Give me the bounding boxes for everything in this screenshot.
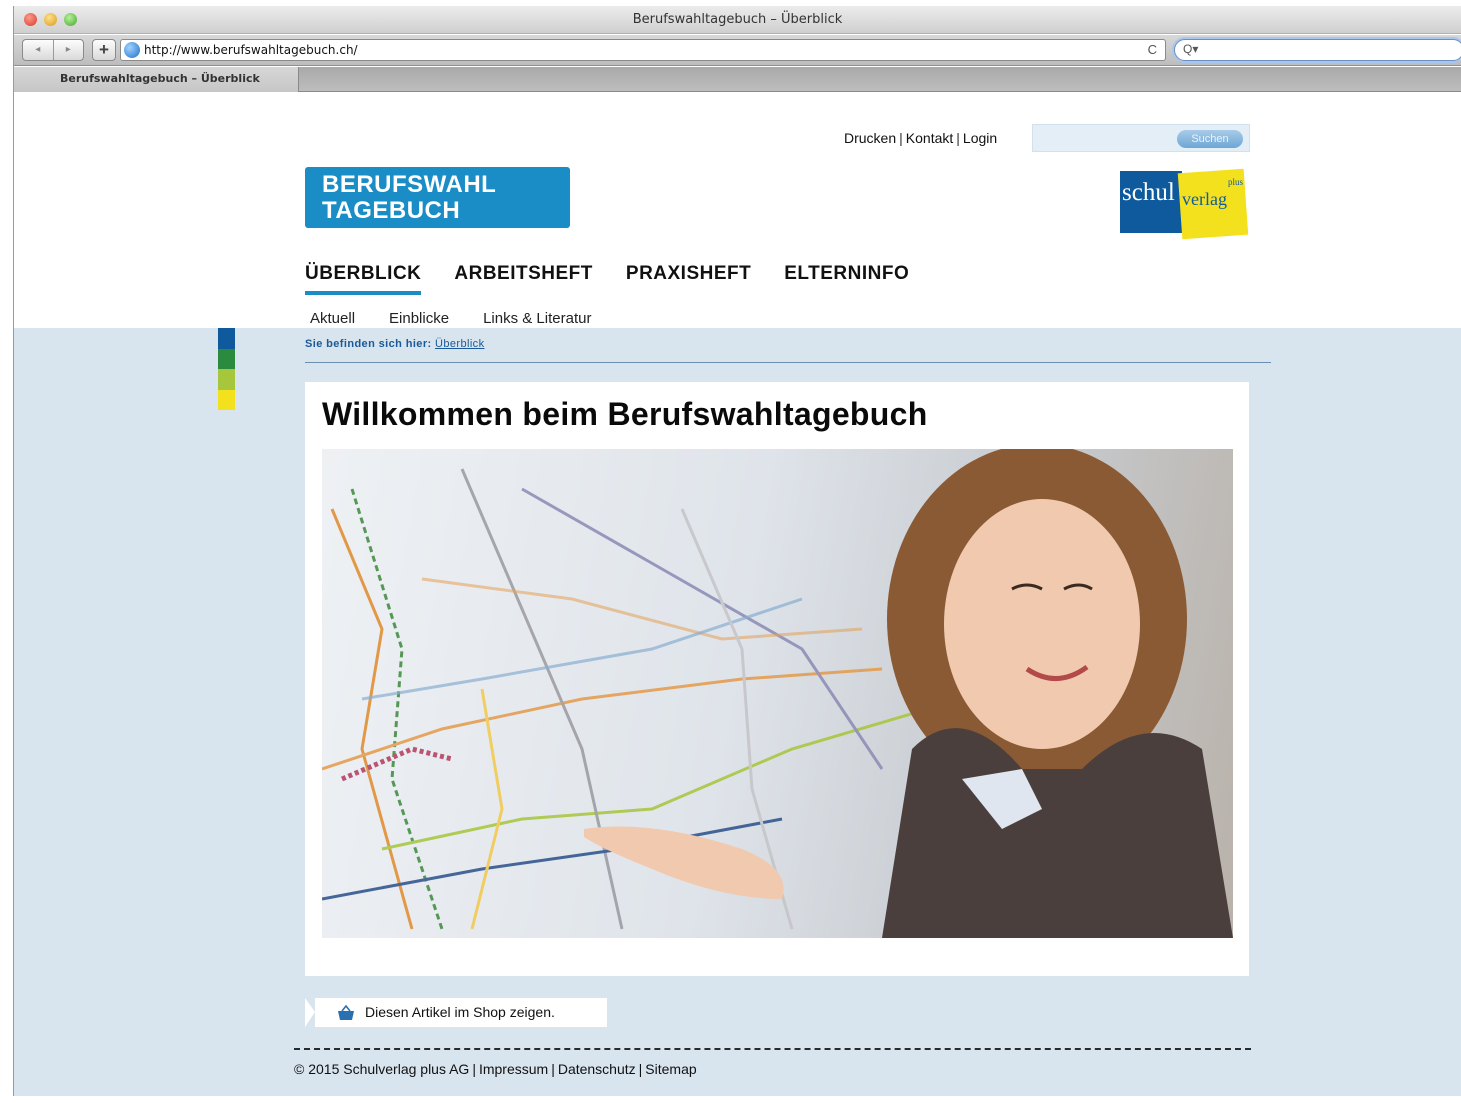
breadcrumb: Sie befinden sich hier: Überblick: [305, 338, 484, 350]
add-bookmark-button[interactable]: +: [92, 39, 116, 61]
footer-link-impressum[interactable]: Impressum: [479, 1061, 548, 1077]
separator: |: [899, 130, 903, 146]
tab-bar: Berufswahltagebuch – Überblick: [14, 67, 1461, 92]
side-color-bar: [218, 328, 235, 410]
logo-line-1: BERUFSWAHL: [322, 171, 497, 198]
tab-label: Berufswahltagebuch – Überblick: [60, 72, 260, 85]
title-bar: Berufswahltagebuch – Überblick: [14, 6, 1461, 34]
window-title: Berufswahltagebuch – Überblick: [632, 12, 843, 27]
separator: |: [956, 130, 960, 146]
site-search-input[interactable]: Suchen: [1032, 124, 1250, 152]
nav-item-praxisheft[interactable]: PRAXISHEFT: [626, 263, 751, 295]
color-bar-segment: [218, 389, 235, 410]
url-text[interactable]: http://www.berufswahltagebuch.ch/: [144, 43, 358, 57]
site-search-button[interactable]: Suchen: [1177, 130, 1243, 148]
footer-copyright: © 2015 Schulverlag plus AG: [294, 1061, 470, 1077]
color-bar-segment: [218, 348, 235, 369]
publisher-logo-text-3: plus: [1228, 177, 1244, 187]
subnav-item-einblicke[interactable]: Einblicke: [389, 310, 449, 327]
breadcrumb-divider: [305, 362, 1271, 363]
shop-link-label: Diesen Artikel im Shop zeigen.: [365, 1004, 555, 1020]
breadcrumb-prefix: Sie befinden sich hier:: [305, 338, 432, 350]
page-title: Willkommen beim Berufswahltagebuch: [322, 396, 928, 432]
reload-icon[interactable]: C: [1148, 42, 1157, 57]
shop-link[interactable]: Diesen Artikel im Shop zeigen.: [305, 998, 607, 1027]
separator: |: [638, 1061, 643, 1077]
nav-item-elterninfo[interactable]: ELTERNINFO: [784, 263, 909, 295]
separator: |: [551, 1061, 555, 1077]
print-link[interactable]: Drucken: [844, 130, 896, 146]
hero-image: [322, 449, 1233, 938]
color-bar-segment: [218, 328, 235, 349]
nav-item-arbeitsheft[interactable]: ARBEITSHEFT: [454, 263, 593, 295]
sub-navigation: Aktuell Einblicke Links & Literatur: [310, 310, 591, 327]
search-icon: Q▾: [1183, 42, 1199, 56]
page-viewport: Drucken | Kontakt | Login Suchen BERUFSWAHL …: [14, 93, 1461, 1096]
site-logo[interactable]: BERUFSWAHL TAGEBUCH: [305, 167, 570, 228]
subnav-item-aktuell[interactable]: Aktuell: [310, 310, 355, 327]
footer-link-datenschutz[interactable]: Datenschutz: [558, 1061, 636, 1077]
browser-window: Berufswahltagebuch – Überblick ◂ ▸ + htt…: [13, 6, 1461, 1096]
nav-item-ueberblick[interactable]: ÜBERBLICK: [305, 263, 422, 295]
publisher-logo-text-2: verlag: [1182, 189, 1227, 209]
browser-toolbar: ◂ ▸ + http://www.berufswahltagebuch.ch/ …: [14, 35, 1461, 66]
basket-icon: [338, 1005, 354, 1020]
content-card: Willkommen beim Berufswahltagebuch: [305, 382, 1249, 976]
publisher-logo[interactable]: schul verlag plus: [1120, 168, 1249, 240]
footer: © 2015 Schulverlag plus AG | Impressum | Dat…: [294, 1061, 697, 1077]
color-bar-segment: [218, 369, 235, 390]
back-forward-buttons: ◂ ▸: [22, 39, 84, 61]
tab-active[interactable]: Berufswahltagebuch – Überblick: [14, 67, 299, 92]
back-icon[interactable]: ◂: [23, 40, 54, 60]
separator: |: [472, 1061, 476, 1077]
shop-link-arrow: [305, 998, 315, 1027]
utility-links: Drucken | Kontakt | Login: [844, 130, 997, 146]
browser-search-field[interactable]: Q▾: [1174, 39, 1461, 61]
footer-link-sitemap[interactable]: Sitemap: [645, 1061, 696, 1077]
site-header: Drucken | Kontakt | Login Suchen BERUFSWAHL …: [14, 93, 1461, 328]
publisher-logo-text-1: schul: [1122, 179, 1175, 206]
subnav-item-links-literatur[interactable]: Links & Literatur: [483, 310, 591, 327]
globe-icon: [124, 42, 140, 58]
main-area: Sie befinden sich hier: Überblick Willko…: [14, 328, 1461, 1096]
hero-image-illustration: [322, 449, 1233, 938]
footer-divider: [294, 1048, 1251, 1050]
main-navigation: ÜBERBLICK ARBEITSHEFT PRAXISHEFT ELTERNI…: [305, 263, 909, 295]
address-bar[interactable]: http://www.berufswahltagebuch.ch/ C: [120, 39, 1166, 61]
breadcrumb-current-link[interactable]: Überblick: [435, 338, 484, 350]
logo-line-2: TAGEBUCH: [322, 197, 461, 224]
contact-link[interactable]: Kontakt: [906, 130, 953, 146]
login-link[interactable]: Login: [963, 130, 997, 146]
forward-icon[interactable]: ▸: [54, 40, 84, 60]
